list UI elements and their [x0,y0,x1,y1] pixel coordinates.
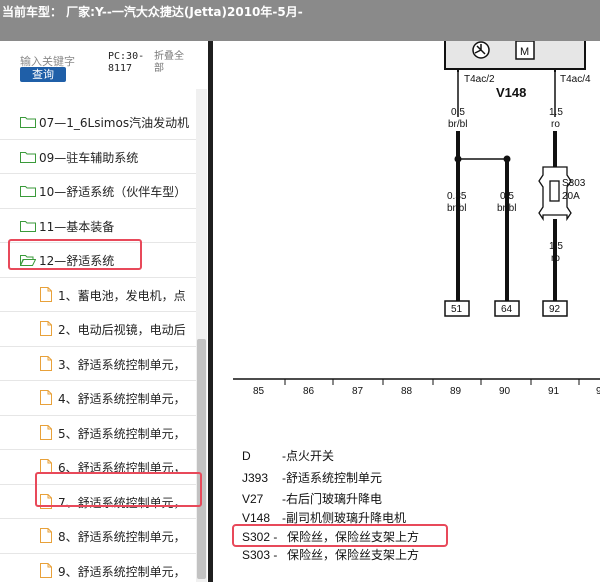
tree-folder-07[interactable]: 07—1_6Lsimos汽油发动机 [0,105,196,140]
legend-desc: -舒适系统控制单元 [282,471,382,485]
motor-letter: M [520,46,529,58]
tree-folder-label: 10—舒适系统（伙伴车型） [39,185,187,199]
tree-folder-label: 09—驻车辅助系统 [39,150,139,165]
search-button[interactable]: 查询 [20,67,66,82]
tree-document-label: 2、电动后视镜，电动后 [58,323,186,337]
scrollbar-thumb[interactable] [197,339,206,579]
connector-label-right: T4ac/4 [560,74,591,85]
document-icon [40,562,52,578]
document-icon [40,321,52,336]
fuse-element [549,180,560,202]
wire-gauge: 0.35 [447,191,467,202]
junction-dot [454,155,462,163]
document-icon [40,390,52,405]
ruler-label: 90 [499,386,511,397]
document-icon [40,424,52,440]
tree-document-label: 5、舒适系统控制单元， [58,426,186,441]
terminal-label: 64 [501,304,513,315]
wire-color: ro [551,119,560,130]
pc-code: PC:30-8117 [108,51,145,74]
category-tree: 07—1_6Lsimos汽油发动机 09—驻车辅助系统 10—舒适系统（伙伴车型… [0,105,196,582]
tree-document[interactable]: 2、电动后视镜，电动后 [0,312,196,347]
ruler-ticks [284,379,580,385]
legend-code: V148 [242,511,270,525]
terminal-label: 51 [451,304,463,315]
tree-document-label: 3、舒适系统控制单元， [58,357,186,372]
ruler-label: 89 [450,386,462,397]
ruler-label: 85 [253,386,265,397]
fuse-rating: 20A [562,191,580,202]
tree-document[interactable]: 5、舒适系统控制单元， [0,416,196,450]
wire-gauge: 1.5 [549,241,563,252]
left-panel: 输入关键字 查询 PC:30-8117 折叠全部 07—1_6Lsimos汽油发… [0,41,208,582]
collapse-all-link[interactable]: 折叠全部 [154,51,190,75]
wiring-diagram: M T4ac/2 T4ac/4 V148 0.5 br/bl 0.35 br/b… [232,41,600,562]
ruler-label: 91 [548,386,560,397]
tree-document[interactable]: 4、舒适系统控制单元， [0,381,196,416]
ruler-label: 9 [596,386,600,397]
window-title: 当前车型： 厂家:Y--一汽大众捷达(Jetta)2010年-5月- [2,5,303,19]
ruler-label: 86 [303,386,315,397]
terminal-label: 92 [549,304,561,315]
window-title-bar: 当前车型： 厂家:Y--一汽大众捷达(Jetta)2010年-5月- [0,0,600,41]
tree-folder-09[interactable]: 09—驻车辅助系统 [0,140,196,174]
legend-desc: 保险丝，保险丝支架上方 [287,529,419,544]
folder-icon [20,117,36,128]
legend-desc: 保险丝，保险丝支架上方 [287,547,419,562]
legend-code: S303 - [242,548,277,562]
diagram-viewer: M T4ac/2 T4ac/4 V148 0.5 br/bl 0.35 br/b… [213,41,600,582]
folder-icon [20,186,36,197]
wire-color: br/bl [497,203,516,214]
search-area: 输入关键字 查询 PC:30-8117 折叠全部 [0,41,208,89]
fuse-name: S303 [562,178,586,189]
document-icon [40,528,52,543]
legend-desc: -点火开关 [282,449,334,463]
tree-document-label: 4、舒适系统控制单元， [58,392,186,406]
wire-gauge: 0.5 [500,191,514,202]
wire-color: ro [551,253,560,264]
tree-document-label: 1、蓄电池，发电机，点 [58,288,186,303]
legend-desc: -右后门玻璃升降电 [282,491,382,506]
tree-document[interactable]: 1、蓄电池，发电机，点 [0,278,196,312]
tree-folder-10[interactable]: 10—舒适系统（伙伴车型） [0,174,196,209]
component-label: V148 [496,85,526,100]
legend-code: V27 [242,492,264,506]
tree-document-label: 9、舒适系统控制单元， [58,564,186,579]
tree-document[interactable]: 3、舒适系统控制单元， [0,347,196,381]
ruler-label: 87 [352,386,364,397]
tree-folder-label: 07—1_6Lsimos汽油发动机 [39,116,190,130]
folder-icon [20,151,36,163]
legend-code: D [242,449,251,463]
component-box [444,41,586,70]
ruler-label: 88 [401,386,413,397]
tree-folder-11[interactable]: 11—基本装备 [0,209,196,243]
legend-desc: -副司机侧玻璃升降电机 [282,511,406,525]
tree-document[interactable]: 8、舒适系统控制单元， [0,519,196,554]
tree-scrollbar[interactable] [196,89,207,582]
tree-document[interactable]: 9、舒适系统控制单元， [0,554,196,582]
connector-label-left: T4ac/2 [464,74,495,85]
folder-icon [20,220,36,232]
wire-gauge: 1.5 [549,107,563,118]
legend-code: J393 [242,471,268,485]
wire-gauge: 0.5 [451,107,465,118]
tree-folder-label: 11—基本装备 [39,219,115,234]
document-icon [40,355,52,371]
highlight-selected-document [35,472,202,507]
tree-document-label: 8、舒适系统控制单元， [58,530,186,544]
document-icon [40,286,52,302]
highlight-selected-folder [8,239,142,270]
legend-code: S302 - [242,530,277,544]
wire-color: br/bl [448,119,467,130]
wire-color: br/bl [447,203,466,214]
